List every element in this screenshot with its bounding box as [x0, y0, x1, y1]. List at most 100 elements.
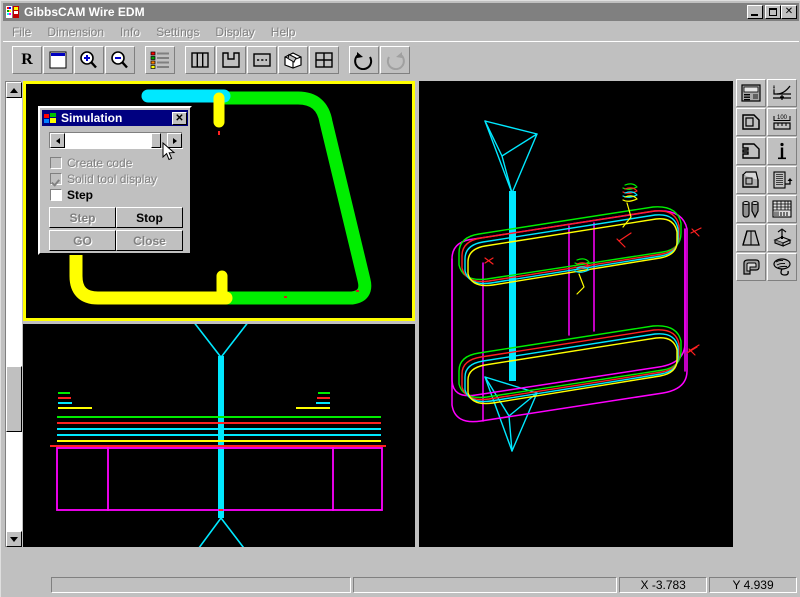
front-view-button[interactable] — [216, 46, 246, 74]
solid-button[interactable] — [736, 166, 766, 194]
tool-library-button[interactable] — [736, 195, 766, 223]
simulation-speed-slider[interactable] — [49, 132, 184, 149]
status-bar: X -3.783 Y 4.939 — [3, 575, 799, 595]
maximize-button[interactable] — [765, 5, 781, 19]
d-shape-icon — [742, 114, 760, 130]
measure-100-icon: 100 — [773, 115, 791, 130]
undo-button[interactable] — [349, 46, 379, 74]
tools-icon — [742, 201, 759, 219]
menu-item-dimension[interactable]: Dimension — [40, 24, 111, 40]
status-x-coordinate: X -3.783 — [619, 577, 708, 593]
triangle-up-icon — [10, 87, 18, 93]
checkbox-solid-tool-display-label: Solid tool display — [67, 172, 158, 186]
operations-list-button[interactable] — [767, 195, 797, 223]
title-bar: GibbsCAM Wire EDM ✕ — [3, 3, 799, 21]
zoom-out-button[interactable] — [105, 46, 135, 74]
dialog-close-button[interactable]: ✕ — [172, 111, 187, 125]
slider-thumb[interactable] — [151, 133, 161, 148]
top-view-button[interactable] — [247, 46, 277, 74]
iso-view-button[interactable] — [278, 46, 308, 74]
triangle-left-icon — [55, 137, 60, 144]
three-column-view-button[interactable] — [185, 46, 215, 74]
front-view-viewport[interactable] — [23, 324, 415, 547]
machining-button[interactable] — [767, 224, 797, 252]
control-panel-icon — [741, 84, 761, 102]
step-button[interactable]: Step — [49, 207, 116, 228]
dimension-button[interactable]: 100 — [767, 108, 797, 136]
isometric-view-viewport[interactable] — [419, 81, 733, 547]
columns-icon — [191, 52, 209, 68]
status-panel-2 — [352, 577, 618, 593]
checkbox-create-code-box[interactable] — [50, 157, 62, 169]
close-button-dialog[interactable]: Close — [116, 230, 183, 251]
menu-item-settings[interactable]: Settings — [149, 24, 206, 40]
stop-button[interactable]: Stop — [116, 207, 183, 228]
triangle-down-icon — [10, 536, 18, 542]
dialog-title-bar[interactable]: Simulation ✕ — [42, 110, 188, 126]
app-window: GibbsCAM Wire EDM ✕ File Dimension Info … — [0, 0, 800, 597]
checkbox-create-code[interactable]: Create code — [50, 156, 132, 170]
render-solid-icon — [743, 259, 760, 275]
zoom-in-button[interactable] — [74, 46, 104, 74]
menu-item-info[interactable]: Info — [113, 24, 147, 40]
contour-button[interactable] — [736, 137, 766, 165]
checkbox-step-label: Step — [67, 188, 94, 202]
list-button[interactable] — [145, 46, 175, 74]
front-view-render — [23, 324, 415, 547]
redraw-button[interactable]: R — [12, 46, 42, 74]
vertical-scrollbar[interactable] — [5, 81, 22, 547]
vertical-scroll-thumb[interactable] — [6, 366, 22, 432]
close-button[interactable]: ✕ — [781, 5, 797, 19]
wire-path-button[interactable] — [767, 253, 797, 281]
status-y-coordinate: Y 4.939 — [709, 577, 797, 593]
open-box-icon — [284, 52, 302, 69]
blank-view-button[interactable] — [43, 46, 73, 74]
u-shape-icon — [222, 52, 240, 68]
right-toolbar: 100 — [736, 79, 798, 281]
scroll-down-button[interactable] — [6, 531, 22, 547]
menu-item-file[interactable]: File — [5, 24, 38, 40]
taper-shape-icon — [742, 230, 760, 246]
slider-left-button[interactable] — [50, 133, 65, 148]
slider-right-button[interactable] — [167, 133, 182, 148]
contour-shape-icon — [742, 143, 760, 159]
scroll-up-button[interactable] — [6, 82, 22, 98]
checkbox-step-box[interactable] — [50, 189, 62, 201]
simulation-dialog[interactable]: Simulation ✕ Create code Solid tool disp… — [38, 106, 192, 255]
op-list-icon — [772, 200, 792, 218]
windows-logo-icon — [43, 111, 58, 125]
document-button[interactable] — [767, 166, 797, 194]
document-arrow-icon — [773, 171, 793, 189]
machine-setup-button[interactable] — [736, 79, 766, 107]
redo-button[interactable] — [380, 46, 410, 74]
info-button[interactable] — [767, 137, 797, 165]
go-button[interactable]: GO — [49, 230, 116, 251]
list-icon — [150, 51, 169, 69]
magnifier-plus-icon — [80, 51, 97, 69]
plot-button[interactable] — [767, 79, 797, 107]
window-controls: ✕ — [747, 5, 797, 19]
taper-button[interactable] — [736, 224, 766, 252]
slider-track[interactable] — [65, 133, 184, 148]
close-icon: ✕ — [784, 6, 794, 17]
coil-icon — [773, 258, 791, 276]
vertical-scroll-track[interactable] — [6, 98, 22, 531]
dialog-title: Simulation — [61, 111, 123, 125]
geometry-button[interactable] — [736, 108, 766, 136]
menu-item-help[interactable]: Help — [264, 24, 303, 40]
checkbox-solid-tool-display-box[interactable] — [50, 173, 62, 185]
main-toolbar: R — [3, 41, 799, 78]
dashed-box-icon — [253, 53, 271, 67]
window-title: GibbsCAM Wire EDM — [24, 5, 145, 19]
checkbox-solid-tool-display[interactable]: Solid tool display — [50, 172, 157, 186]
app-icon — [5, 5, 21, 19]
checkbox-step[interactable]: Step — [50, 188, 93, 202]
four-view-button[interactable] — [309, 46, 339, 74]
magnifier-minus-icon — [111, 51, 128, 69]
render-button[interactable] — [736, 253, 766, 281]
machining-icon — [773, 228, 792, 247]
isometric-render — [419, 81, 733, 547]
minimize-button[interactable] — [747, 5, 763, 19]
solid-d-icon — [742, 171, 759, 188]
menu-item-display[interactable]: Display — [208, 24, 261, 40]
